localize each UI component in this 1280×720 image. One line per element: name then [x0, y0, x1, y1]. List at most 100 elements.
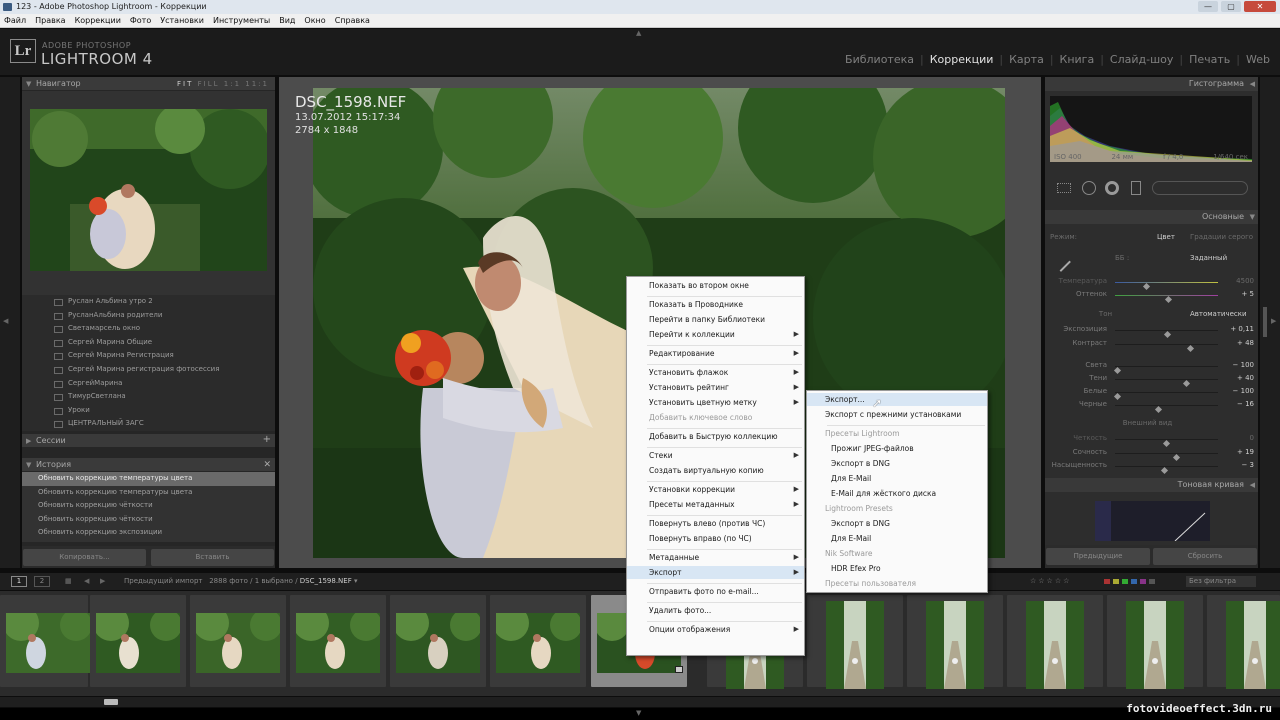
module-4[interactable]: Слайд-шоу — [1110, 53, 1173, 66]
rating-filter-icon[interactable]: ☆☆☆☆☆ — [1030, 573, 1071, 590]
export-item[interactable]: Для E-Mail — [807, 532, 987, 545]
slider-value[interactable]: − 3 — [1241, 461, 1254, 469]
filmstrip-thumbnail[interactable] — [807, 595, 903, 689]
slider-thumb[interactable] — [1164, 295, 1173, 304]
main-window-button[interactable]: 1 — [11, 576, 27, 587]
history-item[interactable]: Обновить коррекцию чёткости — [22, 513, 275, 527]
export-item[interactable]: Экспорт с прежними установками — [807, 408, 987, 421]
filmstrip-thumbnail[interactable] — [90, 595, 186, 687]
slider-thumb[interactable] — [1160, 466, 1169, 475]
collection-item[interactable]: Руслан Альбина утро 2 — [22, 295, 275, 309]
tone-auto-button[interactable]: Автоматически — [1190, 310, 1247, 318]
menu-3[interactable]: Фото — [130, 14, 151, 27]
export-item[interactable]: Экспорт в DNG — [807, 517, 987, 530]
filmstrip-scroll-thumb[interactable] — [104, 699, 118, 705]
menu-item[interactable]: Показать во втором окне — [627, 279, 804, 292]
slider-value[interactable]: + 48 — [1237, 339, 1254, 347]
forward-icon[interactable]: ▶ — [100, 573, 105, 590]
history-item[interactable]: Обновить коррекцию экспозиции — [22, 526, 275, 540]
slider-track[interactable] — [1115, 295, 1218, 304]
menu-item[interactable]: Установки коррекции ▶ — [627, 483, 804, 496]
slider-0[interactable]: Температура 4500 — [1045, 277, 1258, 291]
histogram-graph[interactable]: ISO 400 24 мм f / 4,0 1/640 сек — [1050, 96, 1252, 162]
menu-item[interactable]: Перейти к коллекции ▶ — [627, 328, 804, 341]
treatment-bw[interactable]: Градации серого — [1190, 233, 1253, 241]
slider-track[interactable] — [1113, 392, 1218, 401]
filmstrip-thumbnail[interactable] — [1107, 595, 1203, 689]
slider-value[interactable]: − 16 — [1237, 400, 1254, 408]
filmstrip-thumbnail[interactable] — [1207, 595, 1280, 689]
menu-item[interactable]: Повернуть влево (против ЧС) — [627, 517, 804, 530]
slider-3[interactable]: Контраст + 48 — [1045, 339, 1258, 353]
menu-item[interactable]: Экспорт ▶ — [627, 566, 804, 579]
menu-8[interactable]: Справка — [335, 14, 370, 27]
slider-4[interactable]: Света − 100 — [1045, 361, 1258, 375]
menu-item[interactable]: Создать виртуальную копию — [627, 464, 804, 477]
menu-item[interactable]: Установить цветную метку ▶ — [627, 396, 804, 409]
menu-item[interactable]: Стеки ▶ — [627, 449, 804, 462]
menu-item[interactable]: Показать в Проводнике — [627, 298, 804, 311]
spot-removal-icon[interactable] — [1082, 181, 1096, 195]
menu-6[interactable]: Вид — [279, 14, 295, 27]
collection-item[interactable]: Сергей Марина регистрация фотосессия — [22, 363, 275, 377]
collection-item[interactable]: Светамарсель окно — [22, 322, 275, 336]
histogram-header[interactable]: Гистограмма ◀ — [1045, 77, 1258, 91]
slider-2[interactable]: Экспозиция + 0,11 — [1045, 325, 1258, 339]
filmstrip-thumbnail[interactable] — [490, 595, 586, 687]
collapse-triangle-icon[interactable]: ▼ — [26, 458, 31, 472]
grid-view-icon[interactable]: ▦ — [65, 573, 72, 590]
collapse-right-icon[interactable]: ▶ — [1271, 317, 1276, 325]
collection-item[interactable]: СергейМарина — [22, 377, 275, 391]
slider-thumb[interactable] — [1182, 379, 1191, 388]
back-icon[interactable]: ◀ — [84, 573, 89, 590]
filmstrip-source[interactable]: Предыдущий импорт 2888 фото / 1 выбрано … — [124, 573, 357, 590]
filmstrip-thumbnail[interactable] — [190, 595, 286, 687]
menu-2[interactable]: Коррекции — [75, 14, 121, 27]
minimize-button[interactable]: — — [1198, 1, 1218, 12]
history-item[interactable]: Обновить коррекцию чёткости — [22, 499, 275, 513]
slider-track[interactable] — [1115, 344, 1218, 353]
collection-item[interactable]: Сергей Марина Общие — [22, 336, 275, 350]
basic-header[interactable]: Основные ▼ — [1045, 210, 1258, 224]
zoom-1-1[interactable]: 1:1 — [224, 80, 241, 88]
slider-6[interactable]: Белые − 100 — [1045, 387, 1258, 401]
clear-history-icon[interactable]: ✕ — [263, 458, 271, 472]
slider-track[interactable] — [1115, 453, 1218, 462]
zoom-11-1[interactable]: 11:1 — [245, 80, 269, 88]
export-item[interactable]: Для E-Mail — [807, 472, 987, 485]
menu-4[interactable]: Установки — [160, 14, 204, 27]
slider-value[interactable]: + 19 — [1237, 448, 1254, 456]
export-item[interactable]: HDR Efex Pro — [807, 562, 987, 575]
module-2[interactable]: Карта — [1009, 53, 1044, 66]
slider-track[interactable] — [1115, 379, 1218, 388]
collapse-left-icon[interactable]: ◀ — [3, 317, 8, 325]
collapse-triangle-icon[interactable]: ◀ — [1250, 77, 1255, 91]
menu-item[interactable]: Удалить фото... — [627, 604, 804, 617]
export-item[interactable]: Экспорт в DNG — [807, 457, 987, 470]
slider-8[interactable]: Четкость 0 — [1045, 434, 1258, 448]
tone-curve-header[interactable]: Тоновая кривая ◀ — [1045, 478, 1258, 492]
slider-value[interactable]: + 40 — [1237, 374, 1254, 382]
sessions-header[interactable]: ▶ Сессии + — [22, 434, 275, 448]
filmstrip-thumbnail[interactable] — [290, 595, 386, 687]
color-label-filter[interactable] — [1104, 579, 1180, 584]
add-session-icon[interactable]: + — [263, 433, 271, 447]
crop-tool-icon[interactable] — [1057, 183, 1071, 193]
tone-curve-graph[interactable] — [1095, 501, 1210, 541]
filter-select[interactable]: Без фильтра — [1186, 576, 1256, 587]
menu-item[interactable]: Пресеты метаданных ▶ — [627, 498, 804, 511]
copy-button[interactable]: Копировать... — [23, 549, 146, 566]
menu-item[interactable]: Метаданные ▶ — [627, 551, 804, 564]
reset-button[interactable]: Сбросить — [1153, 548, 1257, 565]
wb-picker-icon[interactable] — [1051, 252, 1071, 272]
close-button[interactable]: ✕ — [1244, 1, 1276, 12]
history-item[interactable]: Обновить коррекцию температуры цвета — [22, 486, 275, 500]
slider-track[interactable] — [1115, 282, 1218, 291]
menu-7[interactable]: Окно — [304, 14, 325, 27]
collapse-triangle-icon[interactable]: ◀ — [1250, 478, 1255, 492]
paste-button[interactable]: Вставить — [151, 549, 274, 566]
export-item[interactable]: Экспорт... — [807, 393, 987, 406]
maximize-button[interactable]: ▢ — [1221, 1, 1241, 12]
navigator-preview[interactable] — [30, 109, 267, 271]
collection-item[interactable]: ЦЕНТРАЛЬНЫЙ ЗАГС — [22, 417, 275, 431]
